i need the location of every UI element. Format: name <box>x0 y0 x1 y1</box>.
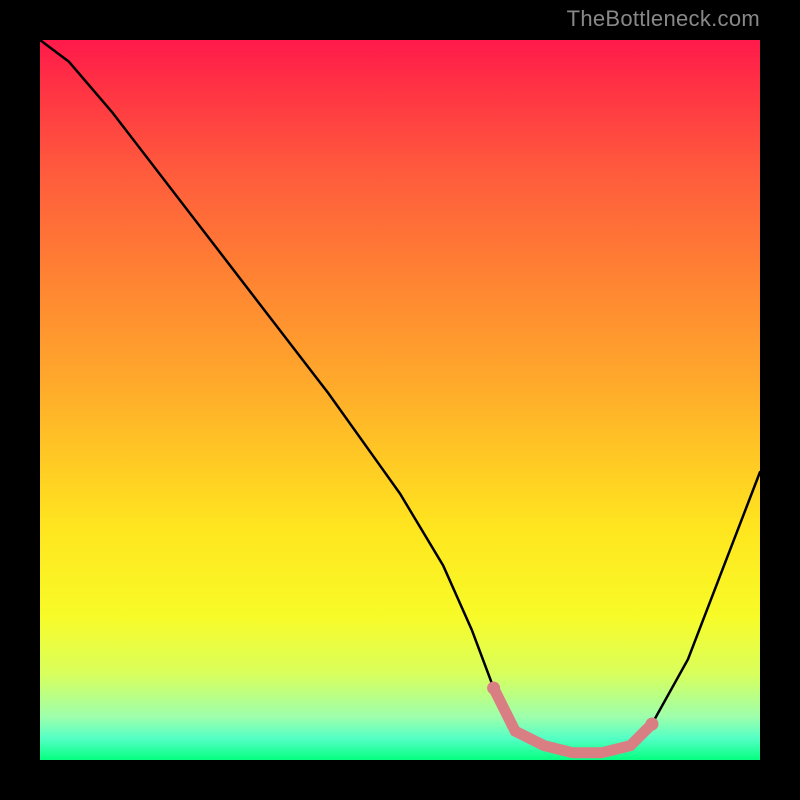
chart-container: TheBottleneck.com <box>0 0 800 800</box>
plot-area <box>40 40 760 760</box>
bottleneck-curve <box>40 40 760 753</box>
watermark-text: TheBottleneck.com <box>567 6 760 32</box>
optimal-range-end-dot <box>646 718 659 731</box>
optimal-range-start-dot <box>487 682 500 695</box>
optimal-range-highlight <box>494 688 652 753</box>
curve-svg <box>40 40 760 760</box>
